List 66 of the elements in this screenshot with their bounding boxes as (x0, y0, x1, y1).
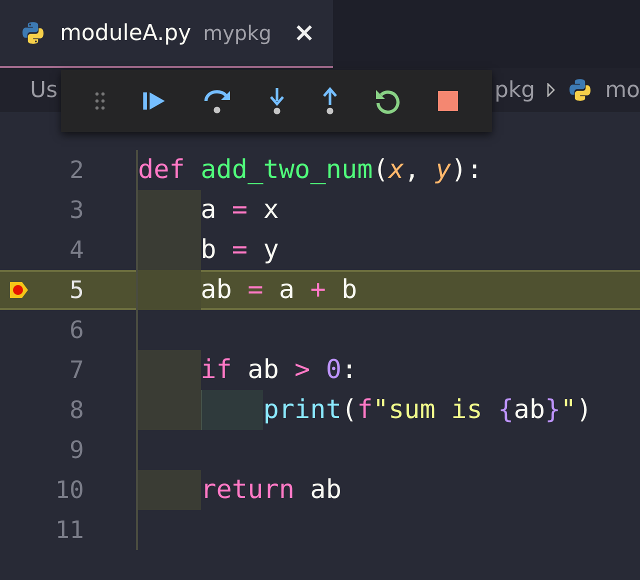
line-number: 5 (68, 276, 84, 304)
folder-label: mypkg (203, 21, 272, 45)
breadcrumb-item[interactable]: pkg (494, 78, 536, 102)
breadcrumb-item[interactable]: mo (605, 78, 640, 102)
code-token: return (200, 475, 295, 505)
code-token: add_two_num (200, 155, 373, 185)
step-out-icon[interactable] (322, 87, 338, 115)
line-number: 11 (54, 516, 84, 544)
editor-tab[interactable]: moduleA.py mypkg × (0, 0, 334, 68)
code-token: ( (372, 155, 388, 185)
code-token: ) (576, 395, 592, 425)
code-token: a (200, 195, 218, 225)
indent-guide (138, 190, 201, 230)
code-token: } (545, 395, 561, 425)
code-token: ab (309, 475, 342, 505)
code-token: = (232, 235, 248, 265)
breadcrumb-item[interactable]: Us (30, 78, 58, 102)
code-token: ab (200, 275, 233, 305)
indent-guide (138, 390, 201, 430)
line-number: 7 (68, 356, 84, 384)
code-token: : (342, 355, 358, 385)
line-number: 8 (68, 396, 84, 424)
python-logo-icon (20, 20, 46, 46)
code-token: def (138, 155, 185, 185)
indent-guide (138, 230, 201, 270)
line-number: 4 (68, 236, 84, 264)
step-into-icon[interactable] (269, 87, 286, 115)
line-number: 6 (68, 316, 84, 344)
code-token: > (294, 355, 310, 385)
code-token: = (232, 195, 248, 225)
code-token: { (498, 395, 514, 425)
code-token: if (200, 355, 232, 385)
chevron-right-icon (547, 83, 556, 97)
indent-guide (138, 350, 201, 390)
line-number: 10 (54, 476, 84, 504)
code-token: x (388, 155, 404, 185)
code-token: ab (514, 395, 546, 425)
code-token: x (262, 195, 279, 225)
code-token: print (263, 395, 342, 425)
close-button[interactable]: × (293, 18, 316, 48)
code-token: a (278, 275, 296, 305)
code-token: 0 (324, 355, 342, 385)
code-token: ): (451, 155, 482, 185)
python-logo-icon (567, 77, 594, 103)
stop-icon[interactable] (438, 91, 458, 111)
code-token: + (310, 275, 326, 305)
code-token: b (340, 275, 358, 305)
code-token: ab (246, 355, 280, 385)
line-number: 2 (68, 156, 84, 184)
code-token: f (357, 395, 373, 425)
indent-guide (138, 470, 201, 510)
code-token: " (560, 395, 576, 425)
code-token: = (248, 275, 264, 305)
code-token: b (200, 235, 218, 265)
continue-icon[interactable] (141, 90, 168, 112)
code-token: ( (342, 395, 358, 425)
code-token: , (404, 155, 421, 185)
code-token: y (435, 155, 452, 185)
line-number: 3 (68, 196, 84, 224)
code-token: "sum is (372, 395, 484, 425)
code-token: y (262, 235, 279, 265)
restart-icon[interactable] (374, 87, 402, 115)
indent-guide (200, 390, 264, 430)
drag-handle-icon[interactable] (95, 92, 106, 110)
breakpoint-icon[interactable] (10, 282, 28, 298)
line-number: 9 (68, 436, 84, 464)
